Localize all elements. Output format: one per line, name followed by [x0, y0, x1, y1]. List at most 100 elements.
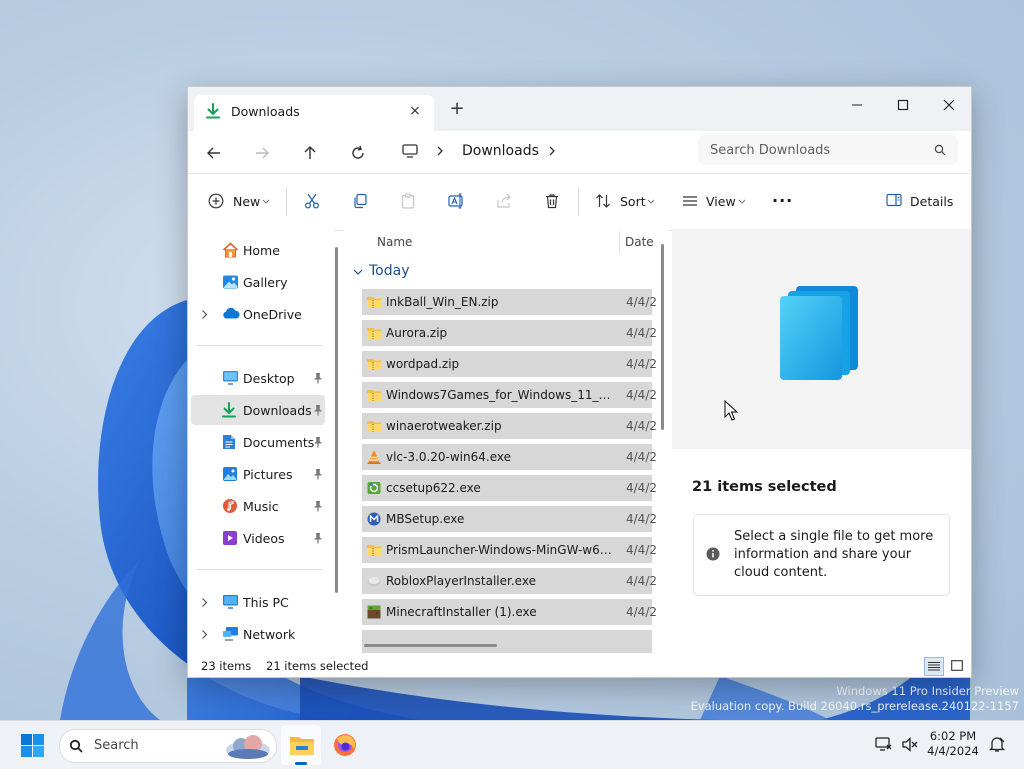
sidebar-item-pictures[interactable]: Pictures — [191, 459, 325, 489]
watermark-line-1: Windows 11 Pro Insider Preview — [836, 684, 1019, 698]
search-box[interactable] — [698, 135, 958, 165]
file-list-horizontal-scrollbar[interactable] — [364, 644, 497, 647]
copy-button[interactable] — [352, 191, 372, 213]
paste-button[interactable] — [400, 191, 420, 213]
videos-icon — [223, 531, 237, 545]
sidebar-item-videos[interactable]: Videos — [191, 523, 325, 553]
more-icon: ··· — [772, 191, 794, 210]
tab-downloads[interactable]: Downloads × — [194, 95, 434, 131]
roblox-icon — [367, 577, 381, 587]
file-list-scrollbar[interactable] — [661, 244, 664, 430]
delete-button[interactable] — [544, 191, 564, 213]
scissors-icon — [304, 193, 320, 209]
sidebar-item-desktop[interactable]: Desktop — [191, 363, 325, 393]
chevron-right-icon — [437, 146, 443, 156]
view-button[interactable]: View — [682, 191, 748, 213]
file-row[interactable]: Windows7Games_for_Windows_11_10_8.... 4/4… — [362, 382, 657, 408]
file-row[interactable]: wordpad.zip 4/4/2 — [362, 351, 657, 377]
status-bar: 23 items 21 items selected — [188, 653, 971, 677]
back-button[interactable] — [202, 141, 226, 165]
file-row[interactable]: MBSetup.exe 4/4/2 — [362, 506, 657, 532]
file-row[interactable]: Aurora.zip 4/4/2 — [362, 320, 657, 346]
title-bar[interactable]: Downloads × + — [188, 87, 971, 131]
sidebar-item-home[interactable]: Home — [191, 235, 325, 265]
share-button[interactable] — [496, 191, 516, 213]
info-icon — [706, 547, 720, 561]
sidebar-item-network[interactable]: Network — [191, 619, 325, 649]
rename-button[interactable] — [448, 191, 468, 213]
taskbar-firefox[interactable] — [325, 725, 365, 765]
volume-muted-icon[interactable] — [902, 737, 919, 752]
minimize-button[interactable] — [834, 91, 880, 119]
sidebar-scrollbar[interactable] — [335, 247, 338, 593]
forward-button[interactable] — [250, 141, 274, 165]
chevron-down-icon — [647, 199, 655, 204]
column-separator[interactable] — [619, 231, 620, 253]
malwarebytes-icon — [367, 512, 381, 526]
file-row-partial[interactable] — [362, 630, 652, 653]
taskbar-file-explorer[interactable] — [281, 725, 321, 765]
file-row[interactable]: RobloxPlayerInstaller.exe 4/4/2 — [362, 568, 657, 594]
sidebar-item-gallery[interactable]: Gallery — [191, 267, 325, 297]
more-options-button[interactable]: ··· — [772, 191, 794, 213]
sidebar-item-music[interactable]: Music — [191, 491, 325, 521]
trash-icon — [546, 194, 558, 209]
gallery-icon — [223, 275, 238, 289]
close-window-button[interactable] — [926, 91, 971, 119]
file-row[interactable]: PrismLauncher-Windows-MinGW-w64-P... 4/4/… — [362, 537, 657, 563]
sidebar-item-onedrive[interactable]: OneDrive — [191, 299, 325, 329]
file-date: 4/4/2 — [626, 419, 657, 433]
file-name: PrismLauncher-Windows-MinGW-w64-P... — [386, 543, 614, 557]
new-button[interactable]: New — [208, 191, 272, 213]
file-date: 4/4/2 — [626, 605, 657, 619]
system-clock[interactable]: 6:02 PM 4/4/2024 — [922, 729, 984, 759]
file-row[interactable]: vlc-3.0.20-win64.exe 4/4/2 — [362, 444, 657, 470]
refresh-button[interactable] — [346, 141, 370, 165]
large-icons-view-button[interactable] — [948, 657, 966, 674]
downloads-icon — [222, 402, 236, 418]
search-input[interactable] — [710, 141, 920, 159]
file-row[interactable]: InkBall_Win_EN.zip 4/4/2 — [362, 289, 657, 315]
file-row[interactable]: MinecraftInstaller (1).exe 4/4/2 — [362, 599, 657, 625]
column-header-name[interactable]: Name — [377, 235, 412, 261]
sidebar-divider — [196, 569, 322, 570]
file-name: winaerotweaker.zip — [386, 419, 502, 433]
zip-folder-icon — [367, 328, 381, 339]
maximize-button[interactable] — [880, 91, 926, 119]
sidebar-item-this-pc[interactable]: This PC — [191, 587, 325, 617]
selected-count: 21 items selected — [266, 659, 369, 673]
pictures-icon — [223, 467, 237, 481]
cut-button[interactable] — [304, 191, 324, 213]
breadcrumb-downloads[interactable]: Downloads — [462, 143, 539, 159]
sidebar-item-downloads[interactable]: Downloads — [191, 395, 325, 425]
chevron-down-icon — [353, 269, 363, 275]
file-date: 4/4/2 — [626, 326, 657, 340]
mouse-cursor-icon — [724, 400, 738, 421]
details-pane-button[interactable]: Details — [886, 191, 953, 213]
breadcrumb[interactable]: Downloads — [388, 137, 688, 167]
file-row[interactable]: ccsetup622.exe 4/4/2 — [362, 475, 657, 501]
new-tab-button[interactable]: + — [446, 99, 468, 121]
close-tab-button[interactable]: × — [406, 102, 424, 120]
details-pane: 21 items selected Select a single file t… — [672, 229, 971, 653]
sidebar-item-label: This PC — [243, 595, 289, 610]
notification-bell-icon[interactable] — [989, 736, 1005, 753]
info-message-box: Select a single file to get more informa… — [693, 514, 950, 596]
up-button[interactable] — [298, 141, 322, 165]
file-name: ccsetup622.exe — [386, 481, 481, 495]
taskbar-search[interactable]: Search — [59, 729, 277, 763]
sidebar-item-label: Pictures — [243, 467, 293, 482]
sidebar-item-documents[interactable]: Documents — [191, 427, 325, 457]
list-view-icon — [928, 662, 940, 671]
file-name: Aurora.zip — [386, 326, 448, 340]
windows-start-icon[interactable] — [21, 734, 44, 757]
details-view-button[interactable] — [924, 657, 944, 676]
file-row[interactable]: winaerotweaker.zip 4/4/2 — [362, 413, 657, 439]
chevron-down-icon — [738, 199, 746, 204]
sort-button[interactable]: Sort — [595, 191, 657, 213]
network-status-icon[interactable] — [875, 737, 892, 752]
pin-icon — [314, 405, 322, 416]
column-header-date[interactable]: Date — [625, 235, 654, 261]
arrow-up-icon — [304, 146, 316, 159]
chevron-right-icon — [202, 598, 208, 607]
